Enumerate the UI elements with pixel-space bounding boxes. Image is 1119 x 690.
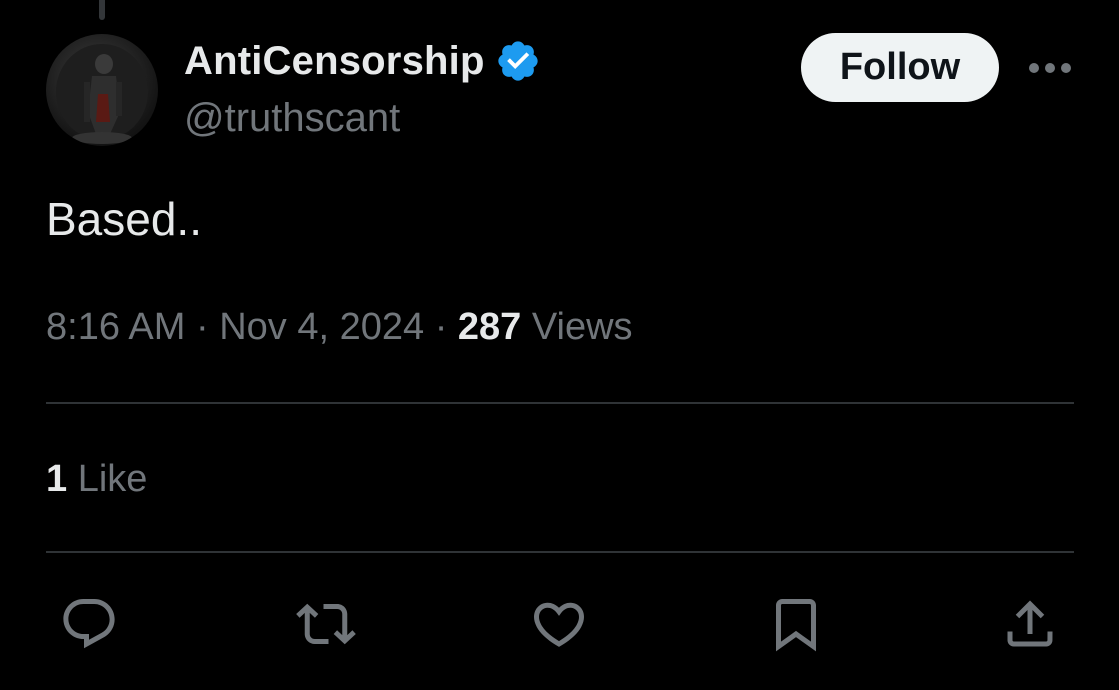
share-icon	[1007, 600, 1053, 647]
like-button[interactable]	[529, 594, 589, 654]
avatar-image	[56, 44, 148, 144]
reply-icon	[63, 599, 115, 649]
post-time[interactable]: 8:16 AM	[46, 306, 185, 348]
avatar[interactable]	[46, 34, 158, 146]
display-name[interactable]: AntiCensorship	[184, 39, 485, 84]
follow-button[interactable]: Follow	[801, 33, 999, 102]
repost-button[interactable]	[296, 594, 356, 654]
share-button[interactable]	[1000, 594, 1060, 654]
reply-button[interactable]	[59, 594, 119, 654]
meta-separator: ·	[434, 306, 448, 348]
verified-badge-icon[interactable]	[495, 38, 541, 84]
post-text: Based..	[46, 193, 202, 245]
bookmark-button[interactable]	[766, 594, 826, 654]
post-meta: 8:16 AM · Nov 4, 2024 · 287 Views	[46, 306, 633, 349]
views-count: 287	[457, 306, 522, 348]
meta-separator: ·	[195, 306, 209, 348]
more-horizontal-icon	[1029, 63, 1071, 73]
heart-icon	[533, 602, 585, 647]
divider	[46, 402, 1074, 404]
likes-count: 1	[46, 458, 68, 500]
author-handle[interactable]: @truthscant	[184, 96, 400, 141]
repost-icon	[296, 603, 356, 645]
thread-connector-line	[99, 0, 105, 20]
likes-summary[interactable]: 1 Like	[46, 458, 147, 501]
divider	[46, 551, 1074, 553]
author-name-row: AntiCensorship	[184, 38, 541, 84]
likes-label: Like	[77, 458, 148, 500]
views-label: Views	[531, 306, 633, 348]
more-options-button[interactable]	[1024, 50, 1076, 86]
bookmark-icon	[776, 599, 816, 652]
post-date[interactable]: Nov 4, 2024	[219, 306, 424, 348]
